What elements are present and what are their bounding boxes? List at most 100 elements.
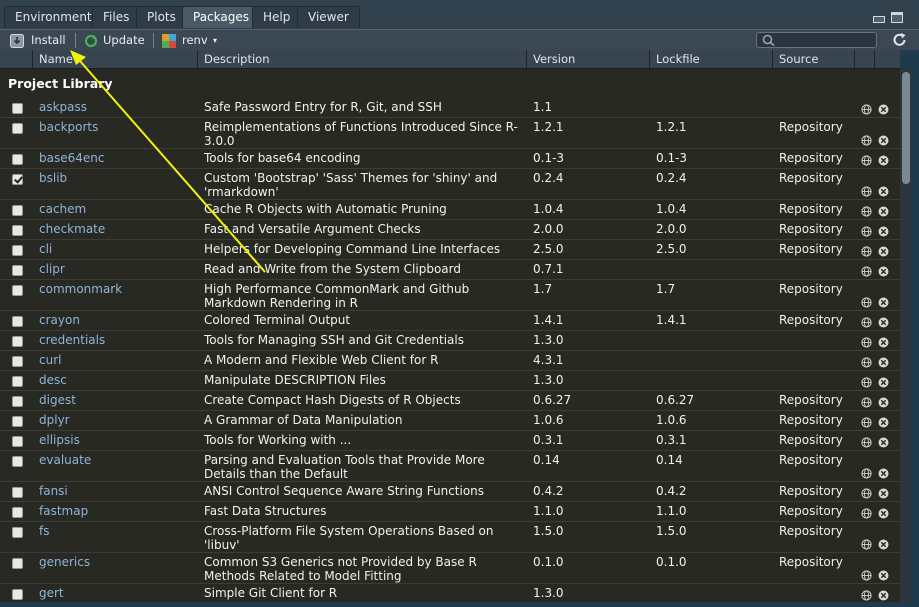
package-name-link[interactable]: curl xyxy=(39,354,61,367)
remove-package-icon[interactable] xyxy=(878,397,889,408)
package-name-link[interactable]: checkmate xyxy=(39,223,105,236)
remove-package-icon[interactable] xyxy=(878,357,889,368)
package-checkbox[interactable] xyxy=(12,396,23,407)
globe-icon[interactable] xyxy=(861,135,872,146)
package-name-link[interactable]: desc xyxy=(39,374,67,387)
package-name-link[interactable]: ellipsis xyxy=(39,434,80,447)
remove-package-icon[interactable] xyxy=(878,337,889,348)
globe-icon[interactable] xyxy=(861,357,872,368)
remove-package-icon[interactable] xyxy=(878,508,889,519)
remove-package-icon[interactable] xyxy=(878,417,889,428)
globe-icon[interactable] xyxy=(861,266,872,277)
remove-package-icon[interactable] xyxy=(878,246,889,257)
package-name-link[interactable]: backports xyxy=(39,121,98,134)
tab-environment[interactable]: Environment xyxy=(4,6,103,28)
remove-package-icon[interactable] xyxy=(878,488,889,499)
package-name-link[interactable]: generics xyxy=(39,556,90,569)
remove-package-icon[interactable] xyxy=(878,468,889,479)
remove-package-icon[interactable] xyxy=(878,266,889,277)
remove-package-icon[interactable] xyxy=(878,539,889,550)
package-checkbox[interactable] xyxy=(12,436,23,447)
globe-icon[interactable] xyxy=(861,226,872,237)
globe-icon[interactable] xyxy=(861,437,872,448)
package-name-link[interactable]: cachem xyxy=(39,203,86,216)
globe-icon[interactable] xyxy=(861,468,872,479)
package-checkbox[interactable] xyxy=(12,558,23,569)
remove-package-icon[interactable] xyxy=(878,206,889,217)
globe-icon[interactable] xyxy=(861,317,872,328)
package-checkbox[interactable] xyxy=(12,225,23,236)
tab-plots[interactable]: Plots xyxy=(136,6,187,28)
remove-package-icon[interactable] xyxy=(878,377,889,388)
install-button[interactable]: Install xyxy=(10,32,72,49)
update-button[interactable]: Update xyxy=(84,32,146,49)
package-checkbox[interactable] xyxy=(12,416,23,427)
globe-icon[interactable] xyxy=(861,297,872,308)
remove-package-icon[interactable] xyxy=(878,590,889,601)
package-name-link[interactable]: commonmark xyxy=(39,283,122,296)
scrollbar-thumb[interactable] xyxy=(902,72,910,184)
package-checkbox[interactable] xyxy=(12,123,23,134)
package-name-link[interactable]: fs xyxy=(39,525,49,538)
package-name-link[interactable]: clipr xyxy=(39,263,65,276)
remove-package-icon[interactable] xyxy=(878,437,889,448)
tab-help[interactable]: Help xyxy=(252,6,302,28)
package-name-link[interactable]: fansi xyxy=(39,485,68,498)
package-checkbox[interactable] xyxy=(12,527,23,538)
package-name-link[interactable]: dplyr xyxy=(39,414,70,427)
package-name-link[interactable]: credentials xyxy=(39,334,105,347)
renv-menu-button[interactable]: renv ▾ xyxy=(162,32,222,49)
package-checkbox[interactable] xyxy=(12,336,23,347)
package-checkbox[interactable] xyxy=(12,103,23,114)
refresh-icon[interactable] xyxy=(892,32,908,48)
globe-icon[interactable] xyxy=(861,508,872,519)
package-checkbox[interactable] xyxy=(12,589,23,600)
package-name-link[interactable]: cli xyxy=(39,243,52,256)
package-checkbox[interactable] xyxy=(12,376,23,387)
globe-icon[interactable] xyxy=(861,186,872,197)
globe-icon[interactable] xyxy=(861,590,872,601)
globe-icon[interactable] xyxy=(861,337,872,348)
package-name-link[interactable]: bslib xyxy=(39,172,67,185)
globe-icon[interactable] xyxy=(861,397,872,408)
globe-icon[interactable] xyxy=(861,246,872,257)
remove-package-icon[interactable] xyxy=(878,226,889,237)
package-name-link[interactable]: digest xyxy=(39,394,76,407)
globe-icon[interactable] xyxy=(861,104,872,115)
remove-package-icon[interactable] xyxy=(878,570,889,581)
tab-files[interactable]: Files xyxy=(92,6,141,28)
package-checkbox[interactable] xyxy=(12,487,23,498)
globe-icon[interactable] xyxy=(861,539,872,550)
package-checkbox[interactable] xyxy=(12,245,23,256)
remove-package-icon[interactable] xyxy=(878,317,889,328)
package-checkbox[interactable] xyxy=(12,285,23,296)
package-checkbox[interactable] xyxy=(12,316,23,327)
package-checkbox[interactable] xyxy=(12,174,23,185)
package-checkbox[interactable] xyxy=(12,456,23,467)
package-checkbox[interactable] xyxy=(12,154,23,165)
globe-icon[interactable] xyxy=(861,488,872,499)
package-name-link[interactable]: base64enc xyxy=(39,152,104,165)
tab-packages[interactable]: Packages xyxy=(182,6,260,28)
minimize-pane-icon[interactable] xyxy=(873,16,885,23)
package-checkbox[interactable] xyxy=(12,507,23,518)
tab-viewer[interactable]: Viewer xyxy=(297,6,360,28)
globe-icon[interactable] xyxy=(861,417,872,428)
header-source[interactable]: Source xyxy=(773,50,855,68)
remove-package-icon[interactable] xyxy=(878,297,889,308)
header-description[interactable]: Description xyxy=(198,50,527,68)
package-checkbox[interactable] xyxy=(12,265,23,276)
globe-icon[interactable] xyxy=(861,377,872,388)
globe-icon[interactable] xyxy=(861,570,872,581)
remove-package-icon[interactable] xyxy=(878,186,889,197)
package-name-link[interactable]: gert xyxy=(39,587,64,600)
maximize-pane-icon[interactable] xyxy=(891,12,903,23)
remove-package-icon[interactable] xyxy=(878,155,889,166)
package-name-link[interactable]: askpass xyxy=(39,101,87,114)
header-version[interactable]: Version xyxy=(527,50,650,68)
globe-icon[interactable] xyxy=(861,155,872,166)
package-name-link[interactable]: evaluate xyxy=(39,454,91,467)
remove-package-icon[interactable] xyxy=(878,104,889,115)
package-checkbox[interactable] xyxy=(12,205,23,216)
globe-icon[interactable] xyxy=(861,206,872,217)
